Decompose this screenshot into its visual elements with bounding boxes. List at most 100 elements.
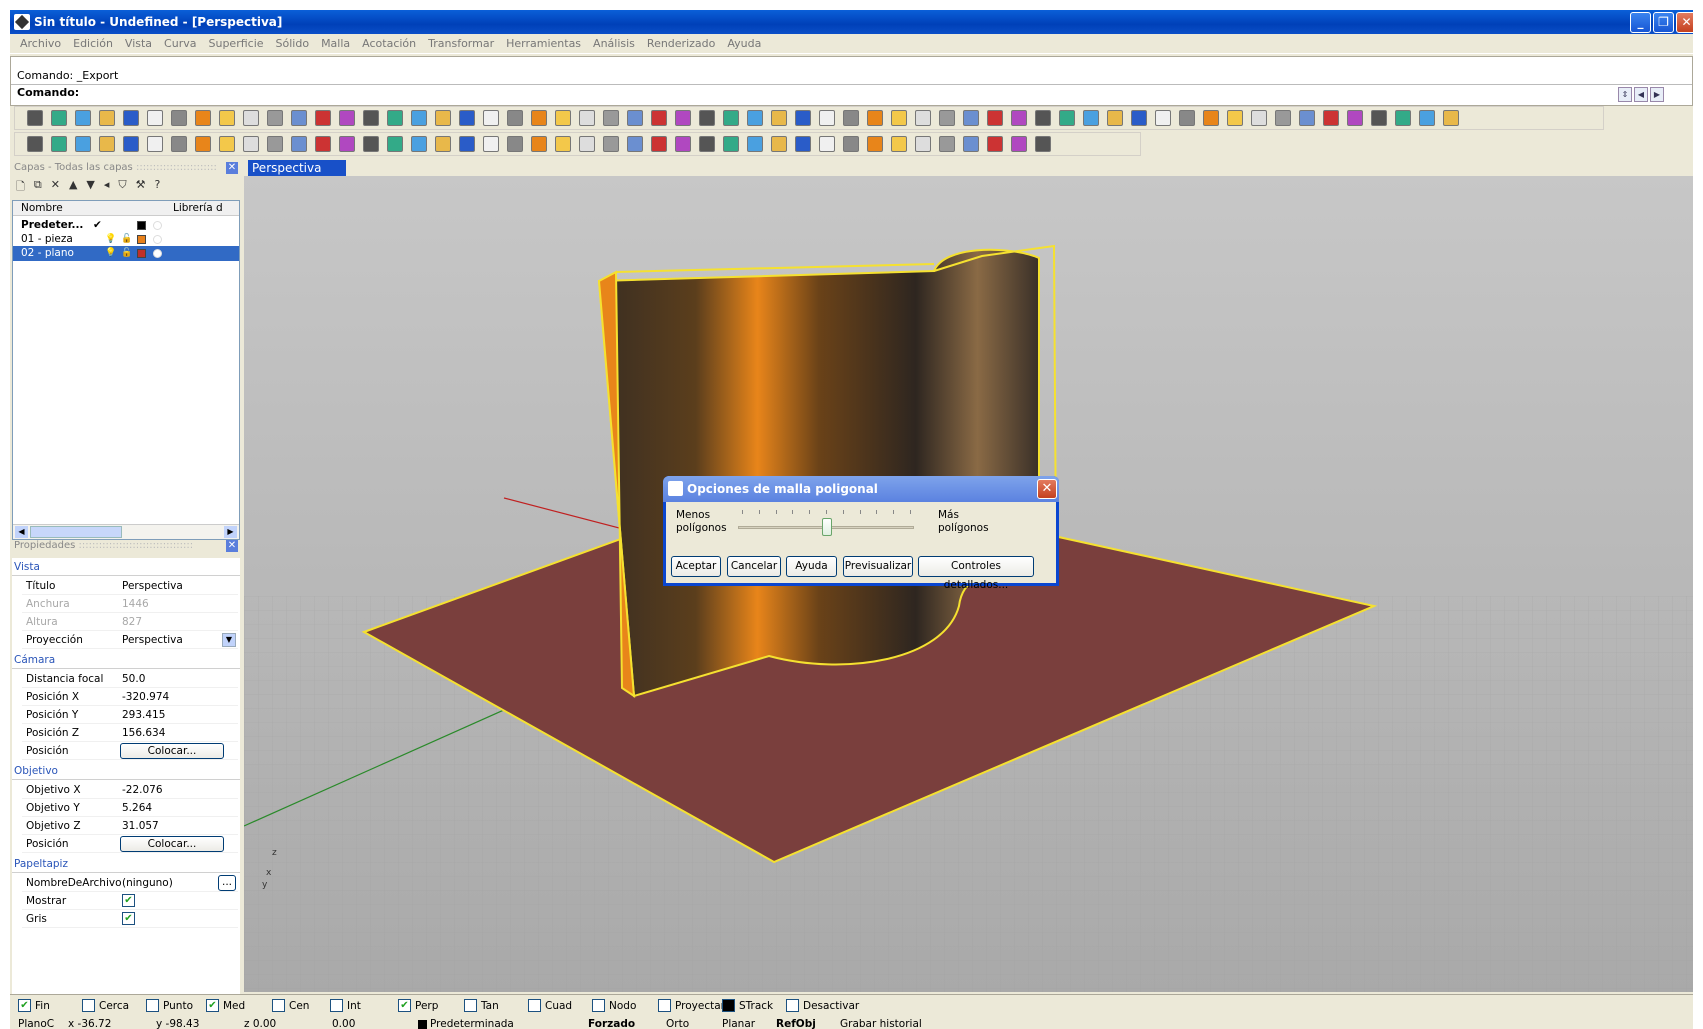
layer-color-swatch[interactable] bbox=[137, 235, 146, 244]
secondary-tool-37-icon[interactable] bbox=[891, 136, 907, 152]
prop-proyeccion-value[interactable]: Perspectiva bbox=[122, 631, 183, 649]
secondary-tool-6-icon[interactable] bbox=[147, 136, 163, 152]
menu-superficie[interactable]: Superficie bbox=[202, 37, 269, 50]
main-tool-58-icon[interactable] bbox=[1395, 110, 1411, 126]
osnap-int[interactable]: Int bbox=[330, 999, 361, 1012]
filter-icon[interactable]: ⛉ bbox=[118, 178, 126, 194]
menu-malla[interactable]: Malla bbox=[315, 37, 356, 50]
menu-herramientas[interactable]: Herramientas bbox=[500, 37, 587, 50]
osnap-proyectar[interactable]: Proyectar bbox=[658, 999, 725, 1012]
scroll-left-icon[interactable]: ◀ bbox=[15, 526, 28, 538]
main-tool-50-icon[interactable] bbox=[1203, 110, 1219, 126]
main-tool-29-icon[interactable] bbox=[699, 110, 715, 126]
osnap-checkbox[interactable] bbox=[464, 999, 477, 1012]
secondary-tool-15-icon[interactable] bbox=[363, 136, 379, 152]
status-plane[interactable]: PlanoC bbox=[18, 1018, 54, 1029]
layer-color-swatch[interactable] bbox=[137, 249, 146, 258]
prop-objy[interactable]: Objetivo Y 5.264 bbox=[22, 799, 238, 817]
main-tool-23-icon[interactable] bbox=[555, 110, 571, 126]
main-tool-32-icon[interactable] bbox=[771, 110, 787, 126]
properties-close-icon[interactable]: ✕ bbox=[226, 540, 238, 552]
secondary-tool-12-icon[interactable] bbox=[291, 136, 307, 152]
layer-row[interactable]: 02 - plano 💡 🔓 bbox=[13, 246, 239, 261]
main-tool-36-icon[interactable] bbox=[867, 110, 883, 126]
main-tool-30-icon[interactable] bbox=[723, 110, 739, 126]
main-tool-41-icon[interactable] bbox=[987, 110, 1003, 126]
secondary-tool-27-icon[interactable] bbox=[651, 136, 667, 152]
secondary-tool-9-icon[interactable] bbox=[219, 136, 235, 152]
main-tool-14-icon[interactable] bbox=[339, 110, 355, 126]
main-tool-8-icon[interactable] bbox=[195, 110, 211, 126]
main-tool-48-icon[interactable] bbox=[1155, 110, 1171, 126]
layer-color-swatch[interactable] bbox=[137, 221, 146, 230]
status-forzado[interactable]: Forzado bbox=[588, 1018, 635, 1029]
secondary-tool-33-icon[interactable] bbox=[795, 136, 811, 152]
osnap-cuad[interactable]: Cuad bbox=[528, 999, 572, 1012]
move-down-icon[interactable]: ▼ bbox=[86, 178, 94, 194]
osnap-checkbox[interactable] bbox=[82, 999, 95, 1012]
secondary-tool-20-icon[interactable] bbox=[483, 136, 499, 152]
osnap-nodo[interactable]: Nodo bbox=[592, 999, 636, 1012]
main-tool-39-icon[interactable] bbox=[939, 110, 955, 126]
prop-objy-value[interactable]: 5.264 bbox=[122, 799, 152, 817]
secondary-tool-17-icon[interactable] bbox=[411, 136, 427, 152]
main-tool-43-icon[interactable] bbox=[1035, 110, 1051, 126]
menu-curva[interactable]: Curva bbox=[158, 37, 202, 50]
secondary-tool-36-icon[interactable] bbox=[867, 136, 883, 152]
secondary-tool-2-icon[interactable] bbox=[51, 136, 67, 152]
secondary-tool-1-icon[interactable] bbox=[27, 136, 43, 152]
osnap-cen[interactable]: Cen bbox=[272, 999, 309, 1012]
secondary-tool-11-icon[interactable] bbox=[267, 136, 283, 152]
layer-row[interactable]: Predeter... ✔ bbox=[13, 218, 239, 233]
command-forward-icon[interactable]: ▶ bbox=[1650, 87, 1664, 102]
osnap-checkbox[interactable] bbox=[658, 999, 671, 1012]
main-tool-57-icon[interactable] bbox=[1371, 110, 1387, 126]
main-tool-34-icon[interactable] bbox=[819, 110, 835, 126]
main-tool-28-icon[interactable] bbox=[675, 110, 691, 126]
layer-material-icon[interactable] bbox=[153, 249, 162, 258]
main-tool-2-icon[interactable] bbox=[51, 110, 67, 126]
layer-lock-icon[interactable]: 🔓 bbox=[121, 246, 132, 261]
main-tool-1-icon[interactable] bbox=[27, 110, 43, 126]
main-tool-33-icon[interactable] bbox=[795, 110, 811, 126]
menu-analisis[interactable]: Análisis bbox=[587, 37, 641, 50]
main-tool-37-icon[interactable] bbox=[891, 110, 907, 126]
osnap-strack[interactable]: STrack bbox=[722, 999, 773, 1012]
secondary-tool-25-icon[interactable] bbox=[603, 136, 619, 152]
main-tool-22-icon[interactable] bbox=[531, 110, 547, 126]
main-tool-49-icon[interactable] bbox=[1179, 110, 1195, 126]
menu-renderizado[interactable]: Renderizado bbox=[641, 37, 721, 50]
prop-posy[interactable]: Posición Y 293.415 bbox=[22, 706, 238, 724]
mostrar-checkbox[interactable]: ✔ bbox=[122, 894, 135, 907]
osnap-perp[interactable]: ✔ Perp bbox=[398, 999, 438, 1012]
secondary-tool-4-icon[interactable] bbox=[99, 136, 115, 152]
osnap-desactivar[interactable]: Desactivar bbox=[786, 999, 859, 1012]
main-tool-7-icon[interactable] bbox=[171, 110, 187, 126]
secondary-tool-24-icon[interactable] bbox=[579, 136, 595, 152]
prop-objx[interactable]: Objetivo X -22.076 bbox=[22, 781, 238, 799]
prop-posz-value[interactable]: 156.634 bbox=[122, 724, 165, 742]
osnap-checkbox[interactable]: ✔ bbox=[18, 999, 31, 1012]
col-nombre[interactable]: Nombre bbox=[21, 201, 63, 216]
col-libreria[interactable]: Librería d bbox=[173, 201, 223, 216]
status-layer[interactable]: Predeterminada bbox=[430, 1018, 514, 1029]
delete-layer-icon[interactable]: ✕ bbox=[51, 178, 60, 194]
prop-archivo[interactable]: NombreDeArchivo (ninguno) ... bbox=[22, 874, 238, 892]
layers-hscrollbar[interactable]: ◀ ▶ bbox=[13, 524, 239, 539]
secondary-tool-32-icon[interactable] bbox=[771, 136, 787, 152]
slider-thumb[interactable] bbox=[822, 518, 832, 536]
ayuda-button[interactable]: Ayuda bbox=[786, 556, 837, 577]
controles-detallados-button[interactable]: Controles detallados... bbox=[918, 556, 1034, 591]
move-up-icon[interactable]: ▲ bbox=[69, 178, 77, 194]
command-prompt[interactable]: Comando: bbox=[17, 86, 79, 99]
main-tool-10-icon[interactable] bbox=[243, 110, 259, 126]
menu-acotacion[interactable]: Acotación bbox=[356, 37, 422, 50]
secondary-tool-16-icon[interactable] bbox=[387, 136, 403, 152]
main-tool-40-icon[interactable] bbox=[963, 110, 979, 126]
main-tool-46-icon[interactable] bbox=[1107, 110, 1123, 126]
viewport-tab-perspectiva[interactable]: Perspectiva bbox=[248, 160, 346, 177]
osnap-checkbox[interactable]: ✔ bbox=[398, 999, 411, 1012]
secondary-tool-30-icon[interactable] bbox=[723, 136, 739, 152]
main-tool-15-icon[interactable] bbox=[363, 110, 379, 126]
colocar-camera-button[interactable]: Colocar... bbox=[120, 743, 224, 759]
